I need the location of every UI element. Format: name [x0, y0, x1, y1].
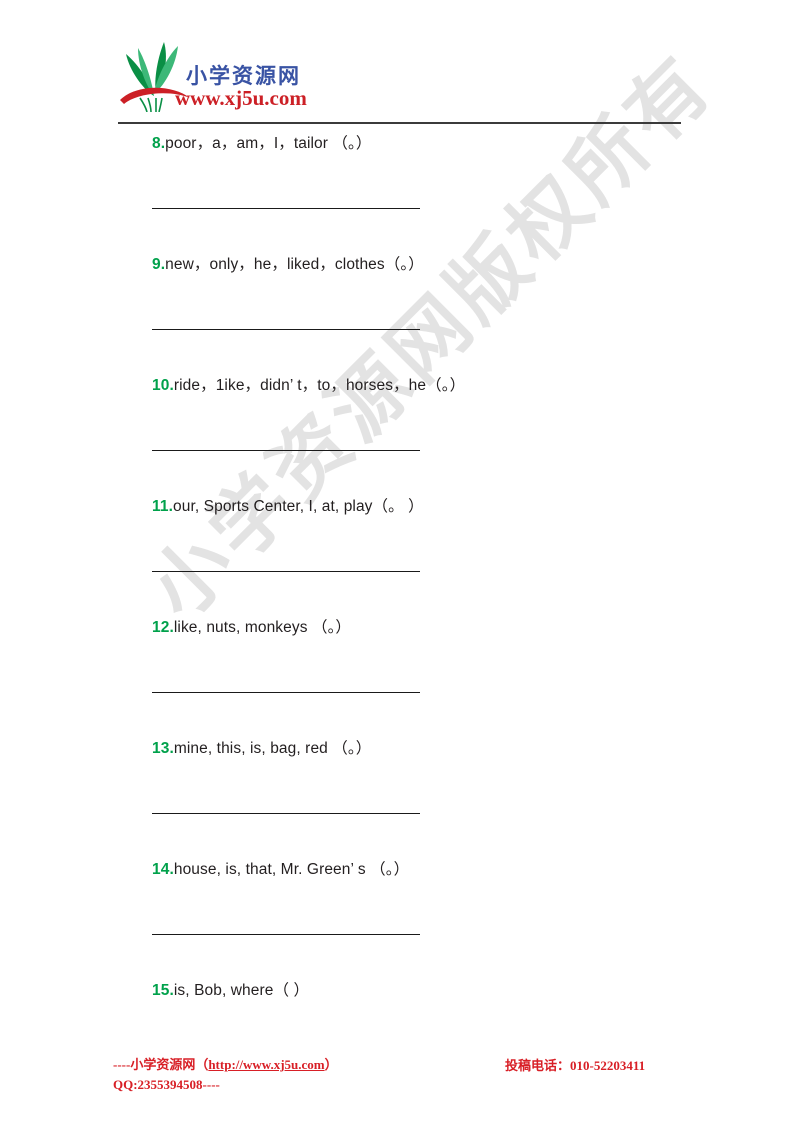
footer-prefix: ----小学资源网（ — [113, 1057, 209, 1072]
answer-line-14[interactable] — [152, 934, 420, 935]
footer-site-link[interactable]: http://www.xj5u.com — [208, 1057, 324, 1072]
question-text-9: 9.new，only，he，liked，clothes（。） — [152, 254, 712, 276]
question-number-12: 12. — [152, 619, 174, 636]
question-number-10: 10. — [152, 377, 174, 394]
question-item-15: 15.is, Bob, where（ ） — [152, 980, 712, 1020]
question-body-15: is, Bob, where（ ） — [173, 982, 310, 999]
question-text-10: 10.ride，1ike，didn’ t，to，horses，he（。） — [152, 375, 712, 397]
question-body-12: like, nuts, monkeys （。） — [173, 619, 352, 636]
question-item-14: 14.house, is, that, Mr. Green’ s （。） — [152, 859, 712, 980]
question-item-12: 12.like, nuts, monkeys （。） — [152, 617, 712, 738]
question-item-9: 9.new，only，he，liked，clothes（。） — [152, 254, 712, 375]
question-item-11: 11.our, Sports Center, I, at, play（。 ） — [152, 496, 712, 617]
answer-line-9[interactable] — [152, 329, 420, 330]
question-number-9: 9. — [152, 256, 166, 273]
question-body-9: new，only，he，liked，clothes（。） — [165, 256, 424, 273]
question-text-11: 11.our, Sports Center, I, at, play（。 ） — [152, 496, 712, 518]
answer-line-11[interactable] — [152, 571, 420, 572]
question-text-8: 8.poor，a，am，I，tailor （。） — [152, 133, 712, 155]
question-item-13: 13.mine, this, is, bag, red （。） — [152, 738, 712, 859]
question-text-15: 15.is, Bob, where（ ） — [152, 980, 712, 1002]
question-number-14: 14. — [152, 861, 174, 878]
footer-suffix: ） — [324, 1057, 338, 1072]
page-footer: ----小学资源网（http://www.xj5u.com） QQ:235539… — [0, 1050, 800, 1110]
answer-line-10[interactable] — [152, 450, 420, 451]
question-body-8: poor，a，am，I，tailor （。） — [165, 135, 372, 152]
question-body-10: ride，1ike，didn’ t，to，horses，he（。） — [173, 377, 466, 394]
answer-line-8[interactable] — [152, 208, 420, 209]
question-item-10: 10.ride，1ike，didn’ t，to，horses，he（。） — [152, 375, 712, 496]
logo-wrap: 小学资源网 www.xj5u.com — [118, 40, 398, 118]
footer-left-block: ----小学资源网（http://www.xj5u.com） QQ:235539… — [113, 1055, 493, 1095]
question-number-8: 8. — [152, 135, 166, 152]
question-number-11: 11. — [152, 498, 173, 515]
question-body-13: mine, this, is, bag, red （。） — [173, 740, 372, 757]
answer-line-12[interactable] — [152, 692, 420, 693]
footer-qq: QQ:2355394508---- — [113, 1077, 220, 1092]
page-content: 小学资源网 www.xj5u.com 8.poor，a，am，I，tailor … — [0, 0, 800, 1132]
question-text-12: 12.like, nuts, monkeys （。） — [152, 617, 712, 639]
question-text-14: 14.house, is, that, Mr. Green’ s （。） — [152, 859, 712, 881]
question-number-13: 13. — [152, 740, 174, 757]
answer-line-13[interactable] — [152, 813, 420, 814]
question-number-15: 15. — [152, 982, 174, 999]
header-divider — [118, 122, 681, 124]
question-item-8: 8.poor，a，am，I，tailor （。） — [152, 133, 712, 254]
question-body-14: house, is, that, Mr. Green’ s （。） — [173, 861, 410, 878]
question-list: 8.poor，a，am，I，tailor （。） 9.new，only，he，l… — [152, 133, 712, 1020]
site-logo-header: 小学资源网 www.xj5u.com — [118, 40, 398, 120]
footer-contact-phone: 投稿电话：010-52203411 — [505, 1058, 646, 1073]
question-text-13: 13.mine, this, is, bag, red （。） — [152, 738, 712, 760]
question-body-11: our, Sports Center, I, at, play（。 ） — [173, 498, 424, 515]
logo-brand-url: www.xj5u.com — [175, 86, 307, 110]
